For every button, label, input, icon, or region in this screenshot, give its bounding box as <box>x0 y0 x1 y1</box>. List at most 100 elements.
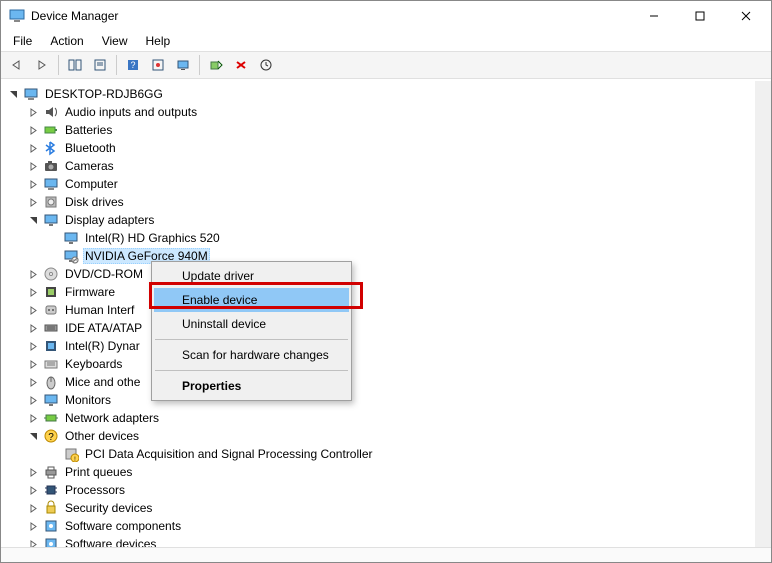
node-label: Mice and othe <box>63 375 142 389</box>
device-category[interactable]: Software devices <box>25 535 755 547</box>
bluetooth-icon <box>43 140 59 156</box>
collapse-icon[interactable] <box>27 430 39 442</box>
expand-icon[interactable] <box>27 394 39 406</box>
expand-icon[interactable] <box>27 142 39 154</box>
node-label: Other devices <box>63 429 141 443</box>
software-icon <box>43 518 59 534</box>
menu-action[interactable]: Action <box>42 32 91 50</box>
device-category[interactable]: Print queues <box>25 463 755 481</box>
back-button[interactable] <box>5 54 29 76</box>
properties-button[interactable] <box>88 54 112 76</box>
expand-icon[interactable] <box>27 340 39 352</box>
device-category[interactable]: Mice and othe <box>25 373 755 391</box>
expand-icon[interactable] <box>27 538 39 547</box>
context-menu-item[interactable]: Uninstall device <box>154 312 349 336</box>
expand-icon <box>47 250 59 262</box>
toolbar: ? <box>1 51 771 79</box>
node-label: DESKTOP-RDJB6GG <box>43 87 165 101</box>
expand-icon[interactable] <box>27 268 39 280</box>
node-label: Computer <box>63 177 120 191</box>
hid-icon <box>43 302 59 318</box>
device-category[interactable]: Computer <box>25 175 755 193</box>
expand-icon[interactable] <box>27 322 39 334</box>
show-hide-console-button[interactable] <box>63 54 87 76</box>
help-button[interactable]: ? <box>121 54 145 76</box>
uninstall-button[interactable] <box>229 54 253 76</box>
scan-hardware-button[interactable] <box>204 54 228 76</box>
device-category[interactable]: Firmware <box>25 283 755 301</box>
device-category[interactable]: Disk drives <box>25 193 755 211</box>
expand-icon[interactable] <box>27 286 39 298</box>
device-category[interactable]: Intel(R) Dynar <box>25 337 755 355</box>
menu-help[interactable]: Help <box>138 32 179 50</box>
context-menu-item[interactable]: Properties <box>154 374 349 398</box>
svg-text:?: ? <box>48 432 54 443</box>
device-category[interactable]: Cameras <box>25 157 755 175</box>
expand-icon <box>47 232 59 244</box>
collapse-icon <box>7 88 19 100</box>
context-menu-item[interactable]: Enable device <box>154 288 349 312</box>
expand-icon[interactable] <box>27 106 39 118</box>
update-driver-button[interactable] <box>254 54 278 76</box>
security-icon <box>43 500 59 516</box>
display-device-icon <box>63 230 79 246</box>
menu-file[interactable]: File <box>5 32 40 50</box>
device-category[interactable]: Software components <box>25 517 755 535</box>
expand-icon[interactable] <box>27 376 39 388</box>
device-category[interactable]: ? Other devices <box>25 427 755 445</box>
maximize-button[interactable] <box>677 1 723 31</box>
toolbar-separator <box>116 55 117 75</box>
forward-button[interactable] <box>30 54 54 76</box>
device-category[interactable]: Keyboards <box>25 355 755 373</box>
device-category[interactable]: DESKTOP-RDJB6GG <box>5 85 755 103</box>
close-button[interactable] <box>723 1 769 31</box>
device-item[interactable]: !PCI Data Acquisition and Signal Process… <box>45 445 755 463</box>
device-category[interactable]: Batteries <box>25 121 755 139</box>
node-label: Batteries <box>63 123 114 137</box>
device-category[interactable]: Human Interf <box>25 301 755 319</box>
node-label: IDE ATA/ATAP <box>63 321 144 335</box>
expand-icon[interactable] <box>27 160 39 172</box>
device-category[interactable]: Display adapters <box>25 211 755 229</box>
menu-view[interactable]: View <box>94 32 136 50</box>
node-label: Monitors <box>63 393 113 407</box>
unknown-device-icon: ! <box>63 446 79 462</box>
expand-icon[interactable] <box>27 520 39 532</box>
collapse-icon[interactable] <box>27 214 39 226</box>
expand-icon <box>47 448 59 460</box>
device-item[interactable]: Intel(R) HD Graphics 520 <box>45 229 755 247</box>
node-label: Print queues <box>63 465 134 479</box>
expand-icon[interactable] <box>27 412 39 424</box>
context-menu-item[interactable]: Update driver <box>154 264 349 288</box>
context-menu-separator <box>155 370 348 371</box>
device-category[interactable]: Monitors <box>25 391 755 409</box>
device-category[interactable]: DVD/CD-ROM <box>25 265 755 283</box>
device-category[interactable]: Processors <box>25 481 755 499</box>
context-menu-item[interactable]: Scan for hardware changes <box>154 343 349 367</box>
titlebar: Device Manager <box>1 1 771 31</box>
display-icon <box>43 212 59 228</box>
node-label: Display adapters <box>63 213 156 227</box>
node-label: Firmware <box>63 285 117 299</box>
event-button[interactable] <box>146 54 170 76</box>
expand-icon[interactable] <box>27 196 39 208</box>
device-category[interactable]: IDE ATA/ATAP <box>25 319 755 337</box>
expand-icon[interactable] <box>27 304 39 316</box>
device-category[interactable]: Bluetooth <box>25 139 755 157</box>
expand-icon[interactable] <box>27 466 39 478</box>
device-category[interactable]: Security devices <box>25 499 755 517</box>
device-tree[interactable]: DESKTOP-RDJB6GG Audio inputs and outputs B… <box>1 81 771 547</box>
expand-icon[interactable] <box>27 178 39 190</box>
battery-icon <box>43 122 59 138</box>
expand-icon[interactable] <box>27 124 39 136</box>
device-category[interactable]: Network adapters <box>25 409 755 427</box>
printer-icon <box>43 464 59 480</box>
minimize-button[interactable] <box>631 1 677 31</box>
monitor-button[interactable] <box>171 54 195 76</box>
expand-icon[interactable] <box>27 358 39 370</box>
expand-icon[interactable] <box>27 484 39 496</box>
device-category[interactable]: Audio inputs and outputs <box>25 103 755 121</box>
svg-text:?: ? <box>130 60 135 70</box>
expand-icon[interactable] <box>27 502 39 514</box>
other-icon: ? <box>43 428 59 444</box>
